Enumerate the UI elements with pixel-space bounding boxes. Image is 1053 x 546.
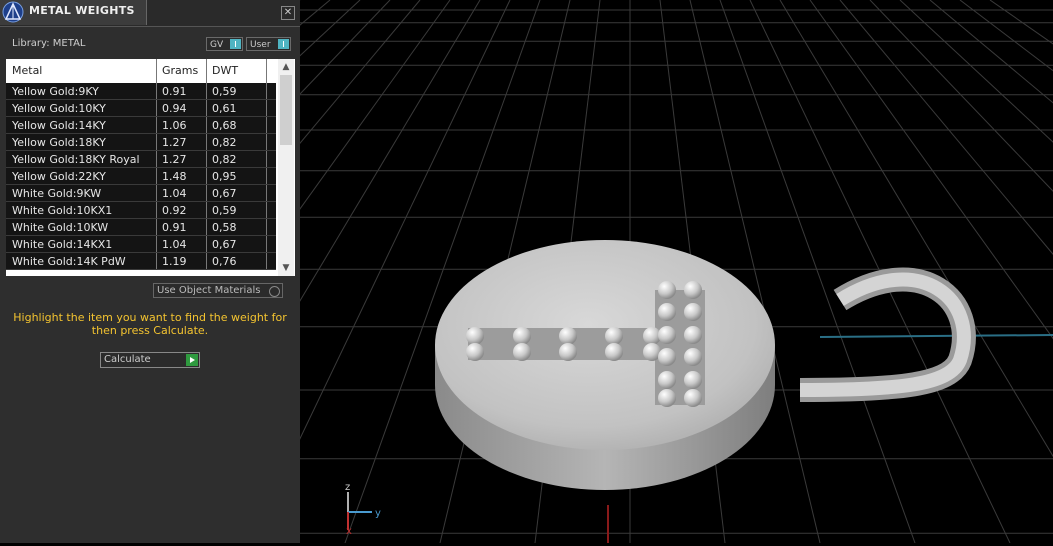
cell-grams: 1.27 <box>162 136 187 149</box>
table-row[interactable]: Yellow Gold:18KY Royal 1.27 0,82 <box>6 151 276 168</box>
pendant-model[interactable] <box>435 240 976 490</box>
calculate-button[interactable]: Calculate <box>100 352 200 368</box>
column-header-grams[interactable]: Grams <box>162 64 198 77</box>
user-toggle-indicator-icon <box>278 39 289 49</box>
table-row[interactable]: Yellow Gold:9KY 0.91 0,59 <box>6 83 276 100</box>
user-toggle[interactable]: User <box>246 37 291 51</box>
cell-metal: White Gold:10KX1 <box>12 204 113 217</box>
table-row[interactable]: Yellow Gold:22KY 1.48 0,95 <box>6 168 276 185</box>
use-object-materials-toggle[interactable]: Use Object Materials <box>153 283 283 298</box>
cell-dwt: 0,59 <box>212 204 237 217</box>
radio-icon <box>269 286 280 297</box>
gv-toggle[interactable]: GV <box>206 37 243 51</box>
cell-dwt: 0,82 <box>212 136 237 149</box>
column-header-dwt[interactable]: DWT <box>212 64 238 77</box>
cell-metal: Yellow Gold:22KY <box>12 170 106 183</box>
table-row[interactable]: Yellow Gold:10KY 0.94 0,61 <box>6 100 276 117</box>
cell-grams: 0.94 <box>162 102 187 115</box>
gv-toggle-indicator-icon <box>230 39 241 49</box>
table-scrollbar[interactable]: ▲ ▼ <box>278 59 294 276</box>
app-logo-icon <box>2 1 24 23</box>
cell-dwt: 0,76 <box>212 255 237 268</box>
table-row[interactable]: White Gold:14K PdW 1.19 0,76 <box>6 253 276 270</box>
cell-dwt: 0,59 <box>212 85 237 98</box>
close-button[interactable]: ✕ <box>281 6 295 20</box>
cell-grams: 1.27 <box>162 153 187 166</box>
metal-table: Metal Grams DWT Yellow Gold:9KY 0.91 0,59 Y… <box>6 59 295 276</box>
cell-dwt: 0,67 <box>212 238 237 251</box>
axis-gizmo: z y x <box>345 482 381 537</box>
cell-metal: Yellow Gold:9KY <box>12 85 99 98</box>
cell-metal: Yellow Gold:18KY Royal <box>12 153 140 166</box>
cell-dwt: 0,82 <box>212 153 237 166</box>
cell-metal: White Gold:14K PdW <box>12 255 126 268</box>
metal-weights-panel: METAL WEIGHTS ✕ Library: METAL GV User M… <box>0 0 300 543</box>
cell-metal: White Gold:14KX1 <box>12 238 113 251</box>
play-icon <box>186 354 198 366</box>
library-label: Library: METAL <box>12 38 86 49</box>
table-row[interactable]: White Gold:14KX1 1.04 0,67 <box>6 236 276 253</box>
cell-grams: 1.06 <box>162 119 187 132</box>
panel-titlebar: METAL WEIGHTS ✕ <box>0 0 300 27</box>
instruction-text: Highlight the item you want to find the … <box>13 311 287 337</box>
calculate-label: Calculate <box>104 354 151 365</box>
cell-dwt: 0,67 <box>212 187 237 200</box>
use-object-materials-label: Use Object Materials <box>157 285 261 296</box>
viewport-scene: z y x <box>0 0 1053 544</box>
table-row[interactable]: White Gold:10KX1 0.92 0,59 <box>6 202 276 219</box>
scroll-down-icon[interactable]: ▼ <box>278 261 294 275</box>
cell-grams: 0.91 <box>162 85 187 98</box>
table-row[interactable]: Yellow Gold:14KY 1.06 0,68 <box>6 117 276 134</box>
user-toggle-label: User <box>250 40 271 50</box>
table-row[interactable]: White Gold:10KW 0.91 0,58 <box>6 219 276 236</box>
cell-grams: 0.92 <box>162 204 187 217</box>
cell-dwt: 0,61 <box>212 102 237 115</box>
gv-toggle-label: GV <box>210 40 224 50</box>
cell-metal: Yellow Gold:10KY <box>12 102 106 115</box>
cell-metal: Yellow Gold:14KY <box>12 119 106 132</box>
cell-grams: 1.04 <box>162 238 187 251</box>
table-body: Yellow Gold:9KY 0.91 0,59 Yellow Gold:10KY 0… <box>6 83 276 270</box>
axis-label-y: y <box>375 508 381 519</box>
cell-grams: 1.19 <box>162 255 187 268</box>
table-header: Metal Grams DWT <box>6 59 276 83</box>
table-row[interactable]: White Gold:9KW 1.04 0,67 <box>6 185 276 202</box>
3d-viewport[interactable]: z y x <box>0 0 1053 544</box>
axis-label-x: x <box>346 526 352 537</box>
cell-dwt: 0,95 <box>212 170 237 183</box>
column-header-metal[interactable]: Metal <box>12 64 42 77</box>
panel-title-tab[interactable]: METAL WEIGHTS <box>0 0 147 25</box>
cell-metal: White Gold:9KW <box>12 187 102 200</box>
cell-grams: 0.91 <box>162 221 187 234</box>
cell-metal: Yellow Gold:18KY <box>12 136 106 149</box>
scroll-up-icon[interactable]: ▲ <box>278 60 294 74</box>
cell-grams: 1.04 <box>162 187 187 200</box>
table-row[interactable]: Yellow Gold:18KY 1.27 0,82 <box>6 134 276 151</box>
cell-dwt: 0,58 <box>212 221 237 234</box>
axis-label-z: z <box>345 482 350 493</box>
cell-dwt: 0,68 <box>212 119 237 132</box>
scroll-thumb[interactable] <box>280 75 292 145</box>
cell-grams: 1.48 <box>162 170 187 183</box>
panel-title: METAL WEIGHTS <box>29 4 135 17</box>
cell-metal: White Gold:10KW <box>12 221 109 234</box>
